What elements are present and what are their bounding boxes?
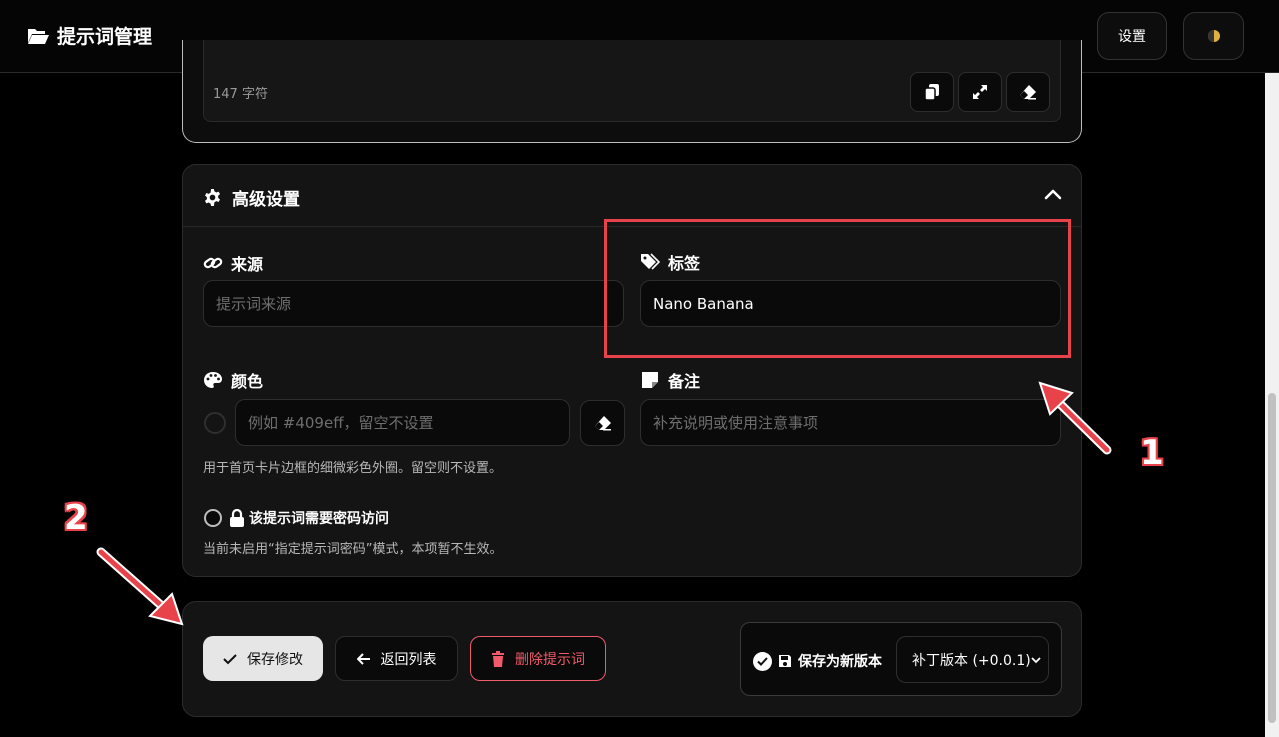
notes-input[interactable] <box>640 399 1061 446</box>
password-hint: 当前未启用“指定提示词密码”模式，本项暂不生效。 <box>203 542 503 557</box>
editor-card: 147 字符 <box>182 40 1082 143</box>
link-icon <box>203 257 223 269</box>
clear-button[interactable] <box>1006 72 1050 112</box>
check-icon <box>223 653 237 664</box>
back-button-label: 返回列表 <box>380 651 437 668</box>
expand-icon <box>973 85 987 99</box>
expand-button[interactable] <box>958 72 1002 112</box>
color-hint: 用于首页卡片边框的细微彩色外圈。留空则不设置。 <box>203 461 503 476</box>
editor-toolbar: 147 字符 <box>203 40 1061 122</box>
copy-icon <box>924 84 939 101</box>
clear-color-button[interactable] <box>580 400 625 446</box>
palette-icon <box>204 372 222 388</box>
arrow-left-icon <box>356 652 370 665</box>
annotation-marker-2: 2 <box>64 498 88 538</box>
back-to-list-button[interactable]: 返回列表 <box>335 636 458 681</box>
color-swatch[interactable] <box>204 412 226 434</box>
delete-prompt-button[interactable]: 删除提示词 <box>470 636 606 681</box>
source-label: 来源 <box>203 251 263 275</box>
version-type-select[interactable]: 补丁版本 (+0.0.1) <box>896 636 1049 683</box>
char-count: 147 字符 <box>213 87 268 102</box>
save-button-label: 保存修改 <box>247 651 303 668</box>
delete-button-label: 删除提示词 <box>515 651 585 668</box>
advanced-settings-title: 高级设置 <box>203 185 300 210</box>
scrollbar-thumb[interactable] <box>1268 393 1276 723</box>
floppy-disk-icon <box>779 655 791 667</box>
settings-button[interactable]: 设置 <box>1097 12 1167 60</box>
gear-icon <box>204 188 221 207</box>
copy-button[interactable] <box>910 72 954 112</box>
theme-toggle-button[interactable] <box>1183 12 1244 60</box>
version-select-value: 补丁版本 (+0.0.1) <box>912 652 1031 669</box>
annotation-highlight-box <box>604 219 1071 358</box>
eraser-icon <box>594 416 611 431</box>
chevron-up-icon[interactable] <box>1042 184 1064 206</box>
lock-icon <box>230 509 244 527</box>
half-moon-icon <box>1207 30 1220 42</box>
save-new-version-toggle[interactable]: 保存为新版本 <box>753 651 882 671</box>
save-as-version-box: 保存为新版本 补丁版本 (+0.0.1) <box>740 622 1062 696</box>
annotation-marker-1: 1 <box>1140 433 1164 473</box>
check-circle-icon <box>753 651 772 671</box>
password-label-text: 该提示词需要密码访问 <box>249 511 389 527</box>
notes-label: 备注 <box>640 368 700 392</box>
color-label: 颜色 <box>203 368 263 392</box>
trash-icon <box>492 650 504 667</box>
source-label-text: 来源 <box>231 255 264 274</box>
password-label: 该提示词需要密码访问 <box>229 508 389 528</box>
color-input[interactable] <box>235 399 570 446</box>
advanced-settings-header[interactable]: 高级设置 <box>183 165 1081 227</box>
color-label-text: 颜色 <box>231 372 264 391</box>
action-bar: 保存修改 返回列表 删除提示词 保存为新版本 补丁版本 (+0.0.1) <box>182 601 1082 717</box>
notes-label-text: 备注 <box>668 372 701 391</box>
page-scrollbar[interactable] <box>1265 73 1279 737</box>
save-new-version-label: 保存为新版本 <box>798 654 882 670</box>
sticky-note-icon <box>642 372 658 388</box>
password-checkbox[interactable] <box>204 509 222 527</box>
folder-open-icon <box>28 28 49 44</box>
chevron-down-icon <box>1031 657 1041 664</box>
brand: 提示词管理 <box>27 22 152 49</box>
advanced-settings-label: 高级设置 <box>232 190 300 210</box>
source-input[interactable] <box>203 280 624 327</box>
app-title: 提示词管理 <box>57 26 153 48</box>
save-button[interactable]: 保存修改 <box>203 636 323 681</box>
eraser-icon <box>1020 85 1036 100</box>
annotation-arrow-2 <box>96 547 184 626</box>
